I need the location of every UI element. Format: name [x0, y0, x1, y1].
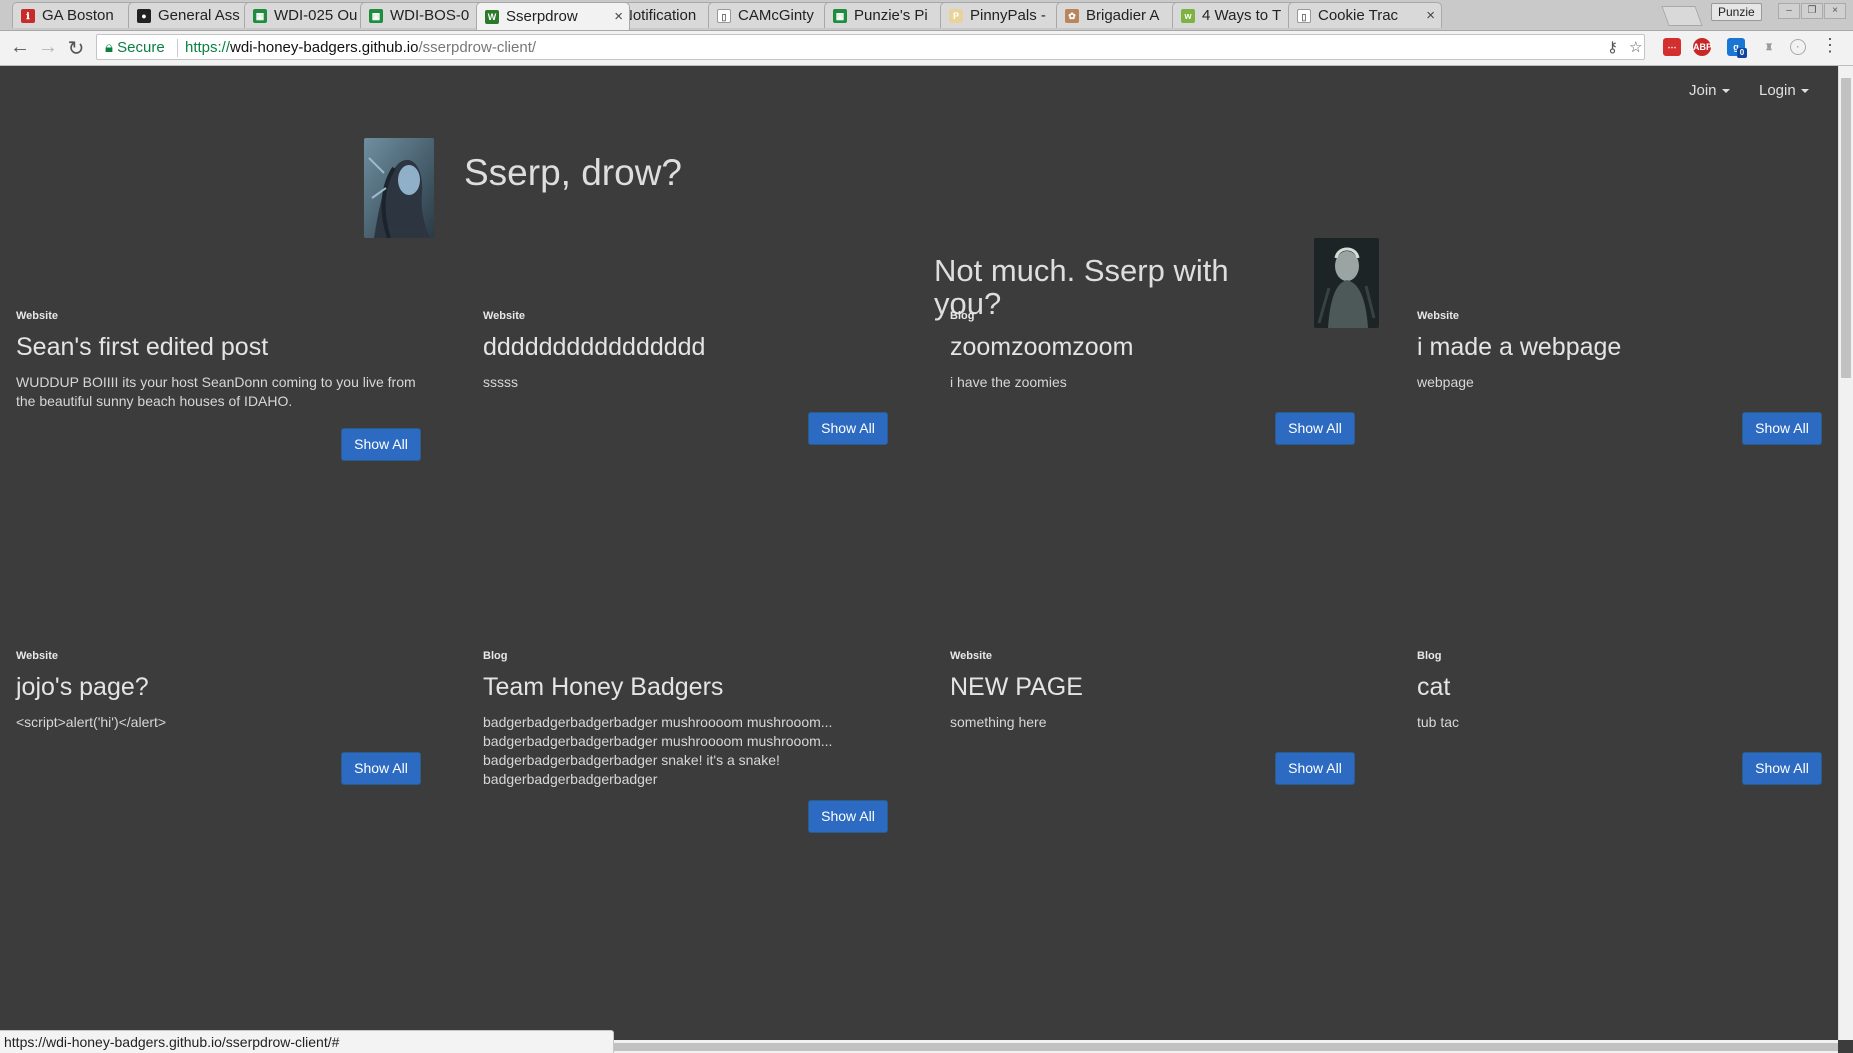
- post-body: WUDDUP BOIIII its your host SeanDonn com…: [16, 374, 416, 409]
- post-title: zoomzoomzoom: [950, 333, 1134, 361]
- post-title: cat: [1417, 673, 1451, 701]
- tab-4[interactable]: W Sserpdrow ×: [476, 2, 630, 30]
- tab-favicon-icon: ▦: [253, 8, 267, 23]
- tab-favicon-icon: ℹ: [21, 8, 35, 23]
- tab-strip: ℹGA Boston×●General Ass×▦WDI-025 Ou×▦WDI…: [0, 0, 1853, 31]
- url-separator: [177, 39, 178, 57]
- post-type: Blog: [483, 650, 508, 662]
- bookmark-star-icon[interactable]: ☆: [1629, 35, 1642, 61]
- show-all-button[interactable]: Show All: [808, 412, 888, 445]
- join-label: Join: [1689, 82, 1717, 99]
- close-window-icon[interactable]: ×: [1824, 3, 1846, 19]
- show-all-button[interactable]: Show All: [1742, 412, 1822, 445]
- login-label: Login: [1759, 82, 1796, 99]
- profile-button[interactable]: Punzie: [1711, 3, 1762, 21]
- post-title: dddddddddddddddd: [483, 333, 706, 361]
- post-type: Website: [950, 650, 992, 662]
- caret-down-icon: [1800, 89, 1809, 94]
- post-type: Blog: [1417, 650, 1442, 662]
- post-card: Blog zoomzoomzoom i have the zoomies Show A…: [950, 310, 1370, 500]
- minimize-icon[interactable]: –: [1778, 3, 1800, 19]
- tab-favicon-icon: ✿: [1065, 8, 1079, 23]
- post-type: Website: [16, 650, 58, 662]
- extension-grey-icon[interactable]: ♜: [1760, 38, 1778, 56]
- post-body: tub tac: [1417, 714, 1460, 730]
- extension-circle-icon[interactable]: ·: [1790, 39, 1806, 55]
- post-body: webpage: [1417, 374, 1474, 390]
- tab-close-icon[interactable]: ×: [614, 8, 623, 25]
- url-scheme: https://: [185, 39, 231, 56]
- show-all-button[interactable]: Show All: [1275, 752, 1355, 785]
- tab-favicon-icon: ●: [137, 8, 151, 23]
- scrollbar-thumb[interactable]: [1841, 78, 1851, 378]
- back-arrow-icon[interactable]: ←: [8, 36, 32, 59]
- drow-woman-avatar: [364, 138, 434, 238]
- show-all-button[interactable]: Show All: [341, 428, 421, 461]
- post-title: Team Honey Badgers: [483, 673, 724, 701]
- extension-red-icon[interactable]: ⋯: [1663, 38, 1681, 56]
- url-path: /sserpdrow-client/: [418, 39, 537, 56]
- forward-arrow-icon[interactable]: →: [36, 36, 60, 59]
- tab-title: Sserpdrow: [506, 8, 578, 25]
- post-body: <script>alert('hi')</alert>: [16, 714, 167, 730]
- post-body: i have the zoomies: [950, 374, 1067, 390]
- horizontal-scrollbar[interactable]: [610, 1040, 1838, 1053]
- tab-favicon-icon: ▯: [717, 8, 731, 23]
- post-card: Website jojo's page? <script>alert('hi')</…: [16, 650, 436, 840]
- secure-label: Secure: [117, 39, 165, 56]
- tab-favicon-icon: ▦: [833, 8, 847, 23]
- post-type: Website: [1417, 310, 1459, 322]
- url-text: https://wdi-honey-badgers.github.io/sser…: [185, 35, 536, 61]
- tab-favicon-icon: w: [1181, 8, 1195, 23]
- tab-11[interactable]: ▯ Cookie Trac ×: [1288, 2, 1442, 28]
- tab-favicon-icon: P: [949, 8, 963, 23]
- post-type: Blog: [950, 310, 975, 322]
- post-card: Website Sean's first edited post WUDDUP BO…: [16, 310, 436, 500]
- vertical-scrollbar[interactable]: [1838, 66, 1853, 1040]
- tab-favicon-icon: ▦: [369, 8, 383, 23]
- post-title: jojo's page?: [16, 673, 149, 701]
- tab-title: Cookie Trac: [1318, 7, 1399, 24]
- post-body: something here: [950, 714, 1047, 730]
- show-all-button[interactable]: Show All: [808, 800, 888, 833]
- status-bar-url: https://wdi-honey-badgers.github.io/sser…: [0, 1030, 614, 1053]
- lock-icon: 🔒︎: [105, 39, 113, 56]
- join-dropdown[interactable]: Join: [1689, 82, 1730, 99]
- address-bar[interactable]: 🔒︎ Secure https://wdi-honey-badgers.gith…: [96, 34, 1645, 60]
- post-title: i made a webpage: [1417, 333, 1622, 361]
- post-body: sssss: [483, 374, 518, 390]
- key-icon[interactable]: ⚷: [1607, 35, 1618, 61]
- post-card: Blog Team Honey Badgers badgerbadgerbadger…: [483, 650, 903, 840]
- show-all-button[interactable]: Show All: [341, 752, 421, 785]
- page-content: Join Login Sserp, drow? Not much. Sserp …: [0, 66, 1838, 1053]
- reload-icon[interactable]: ↻: [64, 36, 88, 61]
- secure-indicator[interactable]: 🔒︎ Secure: [105, 35, 165, 61]
- tab-favicon-icon: W: [485, 9, 499, 24]
- caret-down-icon: [1721, 89, 1730, 94]
- post-card: Blog cat tub tac Show All: [1417, 650, 1837, 840]
- extension-blue-icon[interactable]: g0: [1727, 38, 1747, 58]
- horizontal-scrollbar-thumb[interactable]: [610, 1043, 1838, 1051]
- new-tab-button[interactable]: [1661, 6, 1703, 26]
- post-card: Website i made a webpage webpage Show All: [1417, 310, 1837, 500]
- show-all-button[interactable]: Show All: [1275, 412, 1355, 445]
- toolbar: ← → ↻ 🔒︎ Secure https://wdi-honey-badger…: [0, 31, 1853, 66]
- post-type: Website: [483, 310, 525, 322]
- hero-question: Sserp, drow?: [464, 152, 682, 193]
- post-body: badgerbadgerbadgerbadger mushroooom mush…: [483, 714, 833, 787]
- show-all-button[interactable]: Show All: [1742, 752, 1822, 785]
- adblock-icon[interactable]: ABP: [1693, 38, 1712, 56]
- tab-favicon-icon: ▯: [1297, 8, 1311, 23]
- post-title: NEW PAGE: [950, 673, 1083, 701]
- tab-close-icon[interactable]: ×: [1426, 7, 1435, 24]
- menu-kebab-icon[interactable]: ⋮: [1818, 35, 1842, 56]
- post-card: Website NEW PAGE something here Show All: [950, 650, 1370, 840]
- url-host: wdi-honey-badgers.github.io: [230, 39, 419, 56]
- extension-badge: 0: [1737, 48, 1747, 58]
- login-dropdown[interactable]: Login: [1759, 82, 1809, 99]
- restore-icon[interactable]: ❐: [1801, 3, 1823, 19]
- post-title: Sean's first edited post: [16, 333, 269, 361]
- post-type: Website: [16, 310, 58, 322]
- post-card: Website dddddddddddddddd sssss Show All: [483, 310, 903, 500]
